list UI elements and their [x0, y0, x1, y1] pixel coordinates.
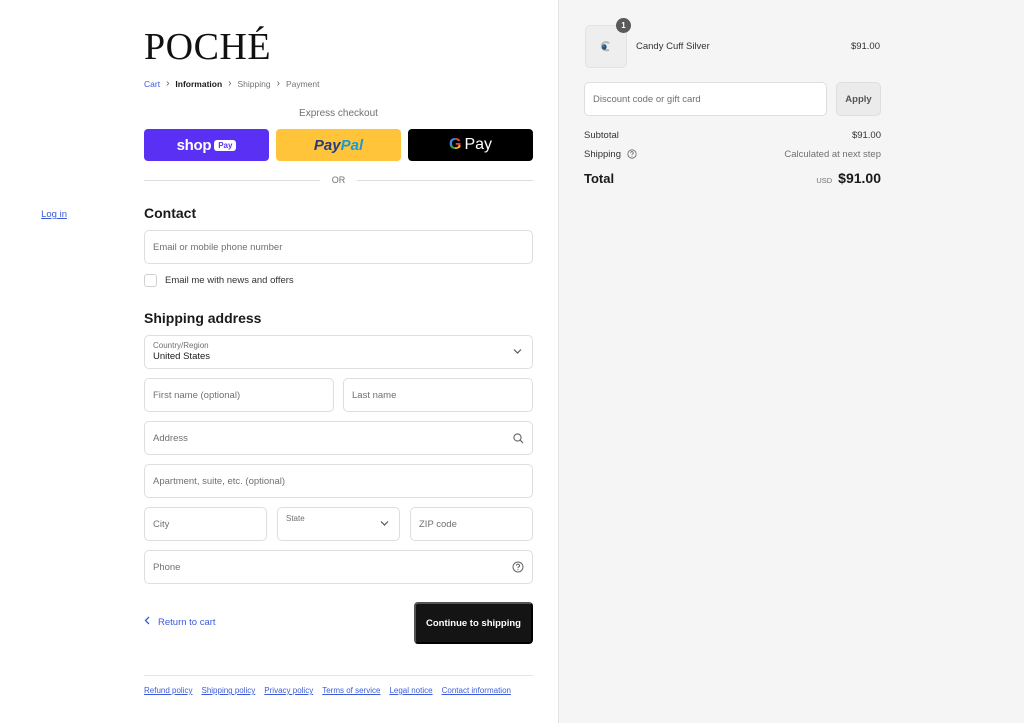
legal-notice-link[interactable]: Legal notice — [389, 686, 432, 695]
login-link[interactable]: Log in — [41, 209, 67, 220]
state-label: State — [286, 514, 305, 523]
contact-information-link[interactable]: Contact information — [442, 686, 511, 695]
breadcrumb: Cart › Information › Shipping › Payment — [144, 78, 319, 89]
quantity-badge: 1 — [616, 18, 631, 33]
chevron-left-icon — [144, 616, 150, 628]
product-price: $91.00 — [850, 41, 880, 52]
city-field[interactable]: City — [144, 507, 267, 541]
total-value-group: USD $91.00 — [816, 170, 881, 186]
terms-of-service-link[interactable]: Terms of service — [322, 686, 380, 695]
return-to-cart-link[interactable]: Return to cart — [144, 616, 216, 628]
footer-divider — [144, 675, 533, 676]
first-name-field[interactable]: First name (optional) — [144, 378, 334, 412]
email-field[interactable]: Email or mobile phone number — [144, 230, 533, 264]
newsletter-option[interactable]: Email me with news and offers — [144, 274, 294, 287]
paypal-logo: PayPal — [313, 136, 364, 154]
apartment-field[interactable]: Apartment, suite, etc. (optional) — [144, 464, 533, 498]
checkout-main-panel: POCHÉ Cart › Information › Shipping › Pa… — [0, 0, 558, 723]
chevron-down-icon — [380, 519, 389, 530]
paypal-button[interactable]: PayPal — [276, 129, 401, 161]
phone-field[interactable]: Phone — [144, 550, 533, 584]
shop-pay-badge: Pay — [214, 139, 237, 151]
or-divider: OR — [144, 174, 533, 186]
product-name: Candy Cuff Silver — [636, 41, 710, 52]
apply-discount-button[interactable]: Apply — [836, 82, 881, 116]
country-value: United States — [153, 350, 211, 362]
subtotal-value: $91.00 — [851, 130, 881, 141]
address-field[interactable]: Address — [144, 421, 533, 455]
chevron-right-icon: › — [276, 78, 280, 89]
cuff-product-image — [600, 40, 610, 51]
breadcrumb-shipping: Shipping — [237, 78, 271, 89]
total-row: Total USD $91.00 — [584, 170, 881, 186]
shipping-value: Calculated at next step — [784, 149, 881, 160]
chevron-down-icon — [513, 347, 522, 358]
divider-line — [144, 179, 320, 181]
brand-logo[interactable]: POCHÉ — [144, 28, 271, 66]
shipping-row: Shipping Calculated at next step — [584, 149, 881, 160]
subtotal-row: Subtotal $91.00 — [584, 130, 881, 141]
total-label: Total — [584, 170, 615, 186]
google-g-icon: G — [448, 136, 462, 153]
subtotal-label: Subtotal — [584, 130, 619, 141]
chevron-right-icon: › — [228, 78, 232, 89]
breadcrumb-cart[interactable]: Cart — [144, 79, 160, 89]
search-icon[interactable] — [513, 432, 524, 444]
total-amount: $91.00 — [838, 170, 881, 186]
contact-title: Contact — [144, 205, 197, 221]
newsletter-label: Email me with news and offers — [165, 275, 294, 286]
zip-field[interactable]: ZIP code — [410, 507, 533, 541]
breadcrumb-information: Information — [175, 78, 223, 89]
google-pay-logo: G Pay — [448, 136, 493, 153]
shipping-label-group: Shipping — [584, 149, 637, 160]
state-select[interactable]: State — [277, 507, 400, 541]
divider-line — [357, 179, 533, 181]
privacy-policy-link[interactable]: Privacy policy — [264, 686, 313, 695]
chevron-right-icon: › — [166, 78, 170, 89]
google-pay-button[interactable]: G Pay — [408, 129, 533, 161]
last-name-field[interactable]: Last name — [343, 378, 533, 412]
help-circle-icon[interactable] — [627, 149, 637, 160]
shop-pay-button[interactable]: shop Pay — [144, 129, 269, 161]
country-label: Country/Region — [153, 341, 209, 351]
shipping-policy-link[interactable]: Shipping policy — [201, 686, 255, 695]
country-select[interactable]: Country/Region United States — [144, 335, 533, 369]
footer-links: Refund policy Shipping policy Privacy po… — [144, 686, 511, 695]
shipping-address-title: Shipping address — [144, 310, 262, 326]
newsletter-checkbox[interactable] — [144, 274, 157, 287]
express-checkout-label: Express checkout — [299, 108, 378, 119]
continue-to-shipping-button[interactable]: Continue to shipping — [414, 602, 533, 644]
shop-pay-logo: shop — [176, 136, 212, 154]
refund-policy-link[interactable]: Refund policy — [144, 686, 192, 695]
or-label: OR — [331, 175, 346, 185]
currency-code: USD — [816, 176, 833, 185]
help-circle-icon[interactable] — [512, 561, 524, 573]
discount-code-input[interactable]: Discount code or gift card — [584, 82, 827, 116]
breadcrumb-payment: Payment — [285, 78, 320, 89]
